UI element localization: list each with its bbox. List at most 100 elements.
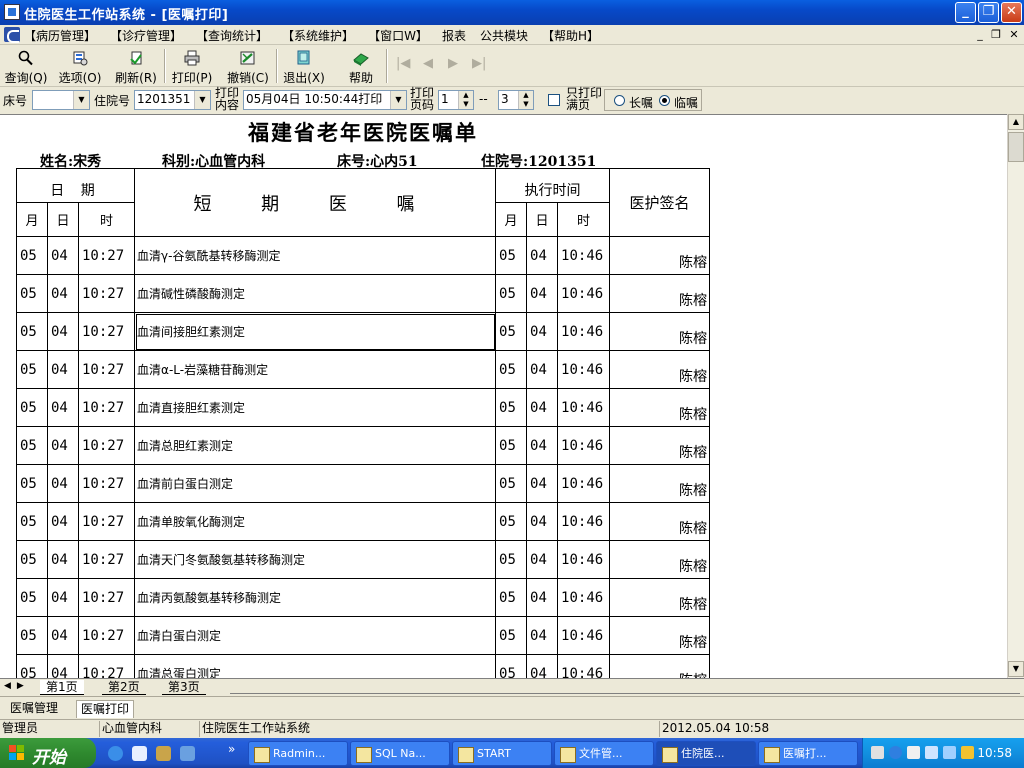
network-icon[interactable] xyxy=(889,746,902,759)
exec-day: 04 xyxy=(526,274,559,313)
exec-time: 10:46 xyxy=(557,616,611,655)
exec-month-header: 月 xyxy=(495,202,528,237)
chevron-down-icon[interactable]: ▼ xyxy=(73,91,89,109)
signature: 陈榕 xyxy=(609,654,711,678)
nav-first-icon[interactable]: |◀ xyxy=(396,56,410,71)
monitor-icon[interactable] xyxy=(925,746,938,759)
toolbar-separator xyxy=(164,49,166,83)
chevron-down-icon[interactable]: ▼ xyxy=(194,91,210,109)
quicklaunch-icon[interactable] xyxy=(156,746,171,761)
mdi-close-button[interactable]: ✕ xyxy=(1007,29,1021,42)
menu-item-4[interactable]: 【窗口W】 xyxy=(368,27,428,44)
spin-arrows-icon[interactable]: ▲ ▼ xyxy=(518,91,533,109)
temporary-radio[interactable] xyxy=(659,95,670,106)
monitor-icon[interactable] xyxy=(943,746,956,759)
vertical-scrollbar[interactable]: ▲ ▼ xyxy=(1007,114,1024,678)
table-row[interactable]: 050410:27血清总蛋白测定050410:46陈榕 xyxy=(16,654,711,678)
title-bar[interactable]: 住院医生工作站系统 - [医嘱打印] _ ❐ ✕ xyxy=(0,0,1024,25)
quicklaunch-more[interactable]: » xyxy=(228,742,235,756)
nav-prev-icon[interactable]: ◀ xyxy=(423,56,433,71)
table-row[interactable]: 05 04 10:27 血清前白蛋白测定 05 04 10:46 陈榕 xyxy=(16,464,711,503)
tab-page-3[interactable]: 第3页 xyxy=(162,680,206,695)
menu-item-1[interactable]: 【诊疗管理】 xyxy=(110,27,182,44)
menu-item-2[interactable]: 【查询统计】 xyxy=(196,27,268,44)
task-sql[interactable]: SQL Na... xyxy=(350,741,450,766)
refresh-button[interactable]: 刷新(R) xyxy=(114,48,158,85)
signature: 陈榕 xyxy=(609,274,711,313)
exec-day: 04 xyxy=(526,540,559,579)
start-button[interactable]: 开始 xyxy=(0,738,96,768)
print-button[interactable]: 打印(P) xyxy=(170,48,214,85)
order-item: 血清γ-谷氨酰基转移酶测定 xyxy=(134,236,497,275)
document-viewport: 福建省老年医院医嘱单 姓名:宋秀 科别:心血管内科 床号:心内51 住院号:12… xyxy=(0,114,1007,678)
mdi-minimize-button[interactable]: _ xyxy=(973,29,987,42)
tab-page-1[interactable]: 第1页 xyxy=(40,680,84,695)
nav-last-icon[interactable]: ▶| xyxy=(472,56,486,71)
page-from-value: 1 xyxy=(441,92,449,106)
table-row[interactable]: 05 04 10:27 血清丙氨酸氨基转移酶测定 05 04 10:46 陈榕 xyxy=(16,578,711,617)
help-button[interactable]: 帮助 xyxy=(344,48,378,85)
table-row[interactable]: 05 04 10:27 血清总胆红素测定 05 04 10:46 陈榕 xyxy=(16,426,711,465)
task-file-manager[interactable]: 文件管... xyxy=(554,741,654,766)
menu-item-3[interactable]: 【系统维护】 xyxy=(282,27,354,44)
table-row[interactable]: 05 04 10:27 血清单胺氧化酶测定 05 04 10:46 陈榕 xyxy=(16,502,711,541)
table-row[interactable]: 05 04 10:27 血清γ-谷氨酰基转移酶测定 05 04 10:46 陈榕 xyxy=(16,236,711,275)
chevron-down-icon[interactable]: ▼ xyxy=(390,91,406,109)
undo-button[interactable]: 撤销(C) xyxy=(226,48,270,85)
full-page-checkbox[interactable] xyxy=(548,94,560,106)
print-content-select[interactable]: 05月04日 10:50:44打印 ▼ xyxy=(243,90,407,110)
tab-scroll-arrows-icon[interactable]: ◀▶ xyxy=(4,681,30,691)
explorer-icon[interactable] xyxy=(132,746,147,761)
page-to-stepper[interactable]: 3 ▲ ▼ xyxy=(498,90,534,110)
quicklaunch-icon[interactable] xyxy=(180,746,195,761)
start-label: 开始 xyxy=(32,748,66,768)
order-month: 05 xyxy=(16,464,48,503)
shield-icon[interactable] xyxy=(961,746,974,759)
bed-select[interactable]: ▼ xyxy=(32,90,90,110)
exec-time: 10:46 xyxy=(557,578,611,617)
ie-icon[interactable] xyxy=(108,746,123,761)
scroll-thumb[interactable] xyxy=(1008,132,1024,162)
exec-day-header: 日 xyxy=(526,202,559,237)
order-time: 10:27 xyxy=(77,350,136,389)
exit-button[interactable]: 退出(X) xyxy=(282,48,326,85)
menu-item-6[interactable]: 公共模块 xyxy=(480,27,528,44)
task-inpatient[interactable]: 住院医... xyxy=(656,741,756,766)
keyboard-icon[interactable] xyxy=(871,746,884,759)
mail-icon[interactable] xyxy=(907,746,920,759)
mdi-restore-button[interactable]: ❐ xyxy=(989,29,1003,42)
long-term-radio[interactable] xyxy=(614,95,625,106)
menu-item-7[interactable]: 【帮助H】 xyxy=(542,27,599,44)
task-order-print[interactable]: 医嘱打... xyxy=(758,741,858,766)
table-row[interactable]: 05 04 10:27 血清直接胆红素测定 05 04 10:46 陈榕 xyxy=(16,388,711,427)
menu-item-5[interactable]: 报表 xyxy=(442,27,466,44)
table-row[interactable]: 05 04 10:27 血清α-L-岩藻糖苷酶测定 05 04 10:46 陈榕 xyxy=(16,350,711,389)
order-item: 血清碱性磷酸酶测定 xyxy=(134,274,497,313)
page-from-stepper[interactable]: 1 ▲ ▼ xyxy=(438,90,474,110)
nav-next-icon[interactable]: ▶ xyxy=(448,56,458,71)
scroll-down-icon[interactable]: ▼ xyxy=(1008,661,1024,677)
table-row[interactable]: 05 04 10:27 血清白蛋白测定 05 04 10:46 陈榕 xyxy=(16,616,711,655)
tab-page-2[interactable]: 第2页 xyxy=(102,680,146,695)
task-radmin[interactable]: Radmin... xyxy=(248,741,348,766)
task-start[interactable]: START xyxy=(452,741,552,766)
month-header: 月 xyxy=(16,202,48,237)
query-button[interactable]: 查询(Q) xyxy=(4,48,48,85)
scroll-up-icon[interactable]: ▲ xyxy=(1008,114,1024,130)
admission-select[interactable]: 1201351 ▼ xyxy=(134,90,211,110)
order-day: 04 xyxy=(47,350,79,389)
table-row[interactable]: 05 04 10:27 血清间接胆红素测定 05 04 10:46 陈榕 xyxy=(16,312,711,351)
close-button[interactable]: ✕ xyxy=(1001,2,1022,23)
tab-order-print[interactable]: 医嘱打印 xyxy=(76,700,135,718)
table-row[interactable]: 05 04 10:27 血清碱性磷酸酶测定 05 04 10:46 陈榕 xyxy=(16,274,711,313)
menu-item-0[interactable]: 【病历管理】 xyxy=(24,27,96,44)
app-icon[interactable] xyxy=(4,4,20,20)
table-row[interactable]: 05 04 10:27 血清天门冬氨酸氨基转移酶测定 05 04 10:46 陈榕 xyxy=(16,540,711,579)
menu-logo-icon[interactable] xyxy=(4,27,20,43)
options-button[interactable]: 选项(O) xyxy=(58,48,102,85)
page-to-value: 3 xyxy=(501,92,509,106)
tab-order-management[interactable]: 医嘱管理 xyxy=(6,700,62,718)
spin-arrows-icon[interactable]: ▲ ▼ xyxy=(458,91,473,109)
maximize-button[interactable]: ❐ xyxy=(978,2,999,23)
minimize-button[interactable]: _ xyxy=(955,2,976,23)
